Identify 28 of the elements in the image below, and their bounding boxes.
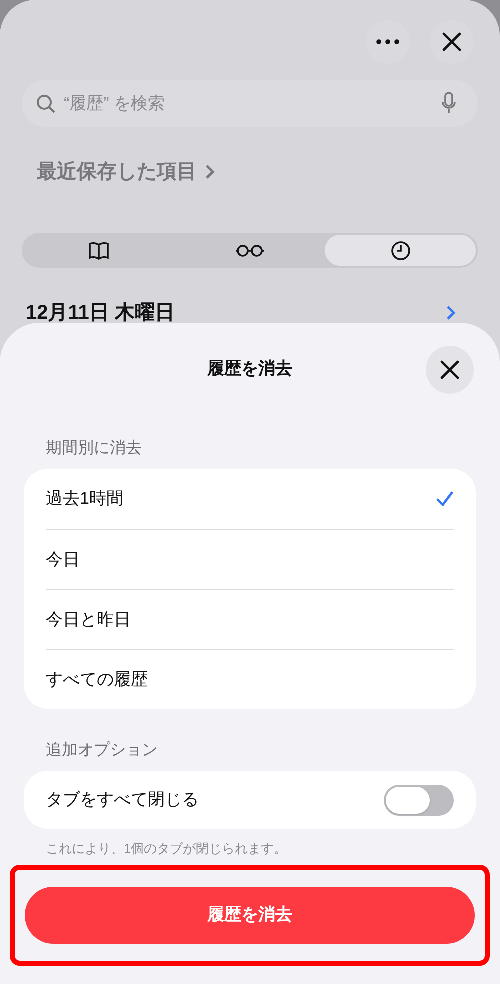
close-button[interactable]	[426, 346, 474, 394]
period-option[interactable]: すべての履歴	[46, 649, 454, 709]
period-option[interactable]: 過去1時間	[46, 469, 454, 529]
date-header: 12月11日 木曜日	[26, 301, 175, 326]
more-icon	[376, 39, 400, 45]
close-icon	[442, 32, 462, 52]
search-field[interactable]: “履歴” を検索	[22, 80, 478, 127]
section-header: 追加オプション	[45, 740, 159, 761]
glasses-icon	[235, 244, 265, 258]
book-icon	[88, 242, 110, 260]
chevron-icon	[446, 305, 456, 321]
segment-tab[interactable]	[325, 235, 476, 266]
chevron-icon	[205, 164, 215, 180]
checkmark-icon	[436, 491, 454, 507]
option-note: これにより、1個のタブが閉じられます。	[45, 840, 288, 858]
section-header: 期間別に消去	[45, 438, 143, 459]
more-button[interactable]	[366, 20, 410, 64]
clear-history-button[interactable]: 履歴を消去	[25, 886, 475, 944]
period-option[interactable]: 今日	[46, 529, 454, 589]
close-icon	[440, 360, 460, 380]
close-button[interactable]	[430, 20, 474, 64]
option-label: タブをすべて閉じる	[46, 789, 199, 812]
close-tabs-toggle[interactable]	[384, 784, 454, 816]
period-option[interactable]: 今日と昨日	[46, 589, 454, 649]
microphone-icon	[442, 92, 456, 114]
sheet-title: 履歴を消去	[208, 358, 292, 380]
clock-icon	[390, 240, 411, 260]
search-icon	[36, 94, 56, 114]
